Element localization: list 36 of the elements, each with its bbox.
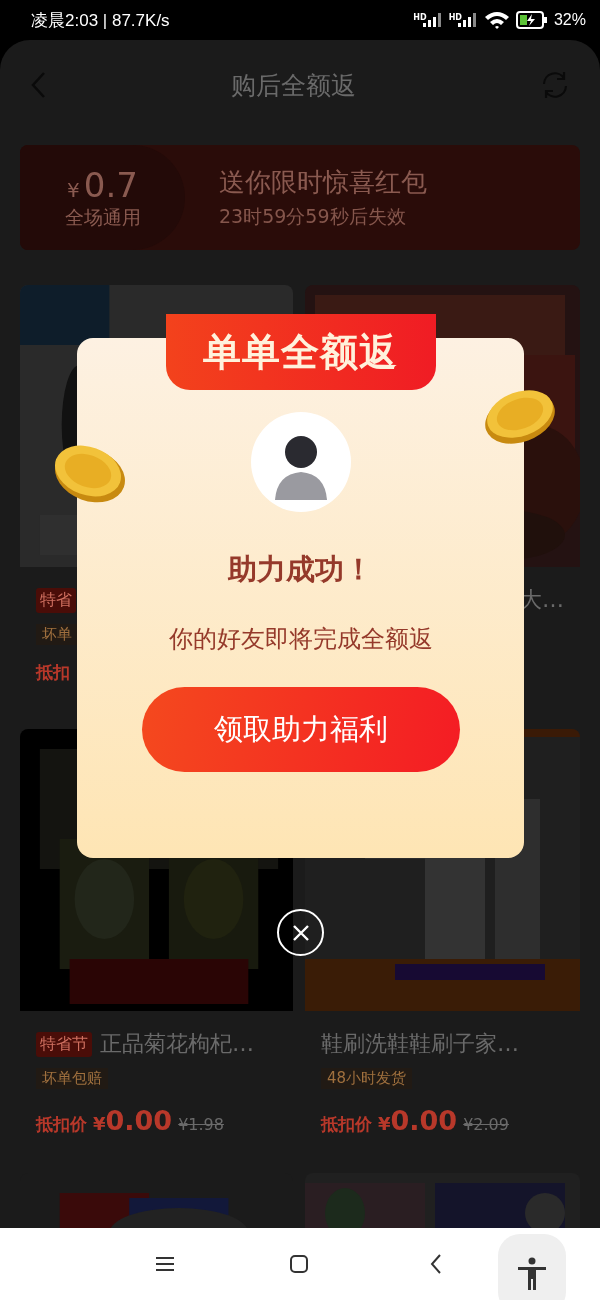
product-title[interactable]: 鞋刷洗鞋鞋刷子家… [321,1029,519,1059]
close-button[interactable] [277,909,324,956]
shipping-tag: 48小时发货 [321,1067,413,1089]
price: ¥0.00 [93,1105,173,1136]
countdown-text: 23时59分59秒后失效 [219,204,407,229]
coupon-title: 送你限时惊喜红包 [219,166,427,199]
claim-button[interactable]: 领取助力福利 [141,687,460,772]
price-label: 抵扣 [36,661,70,684]
menu-icon[interactable] [156,1256,174,1272]
accessibility-icon [517,1257,547,1291]
success-heading: 助力成功！ [228,551,373,588]
coin-icon [52,443,128,503]
shipping-tag: 坏单 [36,623,78,645]
battery-icon [515,11,548,29]
original-price: ¥1.98 [178,1115,224,1134]
home-icon[interactable] [290,1255,308,1273]
coupon-banner[interactable]: ¥0.7 全场通用 送你限时惊喜红包 23时59分59秒后失效 [20,145,580,250]
accessibility-button[interactable] [498,1234,566,1300]
shipping-tag: 坏单包赔 [36,1067,108,1089]
price-label: 抵扣价 [321,1113,372,1136]
status-time: 凌晨2:03 | 87.7K/s [31,9,170,32]
wifi-icon [483,10,510,30]
product-title[interactable]: 正品菊花枸杞… [100,1029,254,1059]
close-icon [290,922,311,943]
promo-tag: 特省节 [36,1031,92,1057]
back-icon[interactable] [430,1254,442,1274]
promo-tag: 特省 [36,587,76,613]
page-title: 购后全额返 [230,69,356,102]
coupon-scope: 全场通用 [64,204,141,230]
price: ¥0.00 [378,1105,458,1136]
coupon-amount: ¥0.7 [67,164,138,205]
ribbon-banner: 单单全额返 [165,314,436,390]
modal-message: 你的好友即将完成全额返 [168,624,433,655]
price-label: 抵扣价 [36,1113,87,1136]
battery-level: 32% [553,11,586,29]
original-price: ¥2.09 [463,1115,509,1134]
